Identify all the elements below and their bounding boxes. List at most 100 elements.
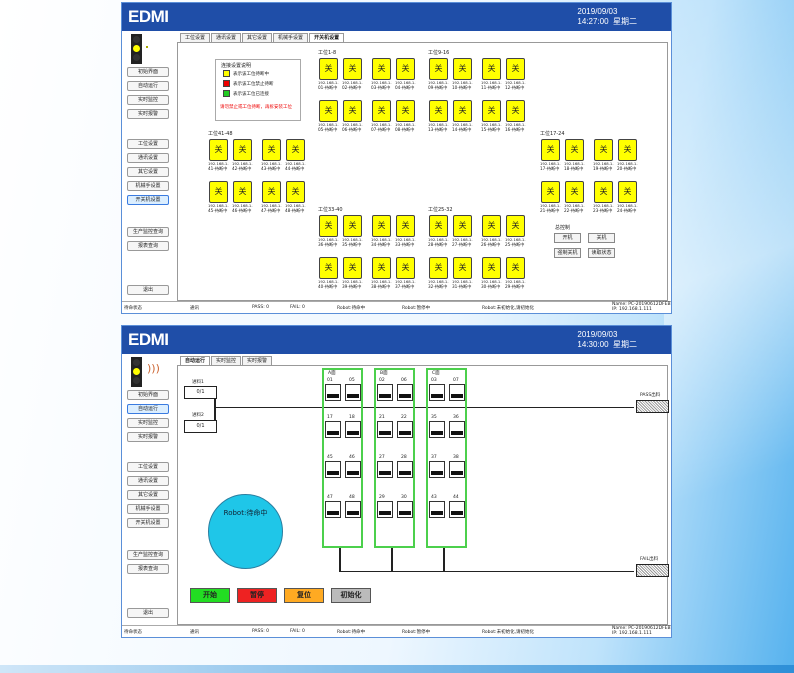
switch-toggle[interactable]: 关 <box>453 257 472 279</box>
station-switch[interactable]: 关 192.168.1.1 02-待断中 <box>342 57 363 92</box>
switch-toggle[interactable]: 关 <box>482 257 501 279</box>
station-switch[interactable]: 关 192.168.1.1 31-待断中 <box>452 256 473 291</box>
sidebar-item-other-settings[interactable]: 其它设置 <box>127 490 169 500</box>
tab-auto-run[interactable]: 自动运行 <box>180 356 211 365</box>
station-switch[interactable]: 关 192.168.1.1 16-待断中 <box>505 99 526 134</box>
switch-toggle[interactable]: 关 <box>396 100 415 122</box>
reset-button[interactable]: 复位 <box>284 588 324 603</box>
station-switch[interactable]: 关 192.168.1.1 28-待断中 <box>428 214 449 249</box>
switch-toggle[interactable]: 关 <box>453 58 472 80</box>
sidebar-item-alarm[interactable]: 实时报警 <box>127 109 169 119</box>
switch-toggle[interactable]: 关 <box>233 181 252 203</box>
sidebar-item-production-query[interactable]: 生产监控查询 <box>127 227 169 237</box>
sidebar-item-robot-settings[interactable]: 机械手设置 <box>127 181 169 191</box>
station-switch[interactable]: 关 192.168.1.1 26-待断中 <box>481 214 502 249</box>
station-switch[interactable]: 关 192.168.1.1 23-待断中 <box>593 180 614 215</box>
start-button[interactable]: 开始 <box>190 588 230 603</box>
switch-toggle[interactable]: 关 <box>482 100 501 122</box>
station-switch[interactable]: 关 192.168.1.1 11-待断中 <box>481 57 502 92</box>
station-switch[interactable]: 关 192.168.1.1 09-待断中 <box>428 57 449 92</box>
sidebar-item-report-query[interactable]: 报表查询 <box>127 564 169 574</box>
tab-station-settings[interactable]: 工位设置 <box>180 33 211 42</box>
switch-toggle[interactable]: 关 <box>506 215 525 237</box>
station-switch[interactable]: 关 192.168.1.1 25-待断中 <box>505 214 526 249</box>
switch-toggle[interactable]: 关 <box>209 139 228 161</box>
switch-toggle[interactable]: 关 <box>319 257 338 279</box>
switch-toggle[interactable]: 关 <box>286 181 305 203</box>
station-switch[interactable]: 关 192.168.1.1 01-待断中 <box>318 57 339 92</box>
switch-toggle[interactable]: 关 <box>396 215 415 237</box>
sidebar-item-auto-run[interactable]: 自动运行 <box>127 81 169 91</box>
station-switch[interactable]: 关 192.168.1.1 05-待断中 <box>318 99 339 134</box>
station-switch[interactable]: 关 192.168.1.1 33-待断中 <box>395 214 416 249</box>
station-switch[interactable]: 关 192.168.1.1 29-待断中 <box>505 256 526 291</box>
station-switch[interactable]: 关 192.168.1.1 43-待断中 <box>261 138 282 173</box>
sidebar-item-robot-settings[interactable]: 机械手设置 <box>127 504 169 514</box>
station-switch[interactable]: 关 192.168.1.1 07-待断中 <box>371 99 392 134</box>
station-switch[interactable]: 关 192.168.1.1 14-待断中 <box>452 99 473 134</box>
station-switch[interactable]: 关 192.168.1.1 46-待断中 <box>232 180 253 215</box>
switch-toggle[interactable]: 关 <box>396 257 415 279</box>
station-switch[interactable]: 关 192.168.1.1 27-待断中 <box>452 214 473 249</box>
switch-toggle[interactable]: 关 <box>372 215 391 237</box>
station-switch[interactable]: 关 192.168.1.1 24-待断中 <box>617 180 638 215</box>
switch-toggle[interactable]: 关 <box>482 215 501 237</box>
tab-comm-settings[interactable]: 通讯设置 <box>211 33 242 42</box>
sidebar-item-station-settings[interactable]: 工位设置 <box>127 462 169 472</box>
station-switch[interactable]: 关 192.168.1.1 13-待断中 <box>428 99 449 134</box>
read-status-button[interactable]: 读取状态 <box>588 248 615 258</box>
station-switch[interactable]: 关 192.168.1.1 10-待断中 <box>452 57 473 92</box>
tab-power-settings[interactable]: 开关机设置 <box>309 33 345 42</box>
station-switch[interactable]: 关 192.168.1.1 06-待断中 <box>342 99 363 134</box>
tab-other-settings[interactable]: 其它设置 <box>242 33 273 42</box>
station-switch[interactable]: 关 192.168.1.1 15-待断中 <box>481 99 502 134</box>
switch-toggle[interactable]: 关 <box>506 58 525 80</box>
station-switch[interactable]: 关 192.168.1.1 34-待断中 <box>371 214 392 249</box>
station-switch[interactable]: 关 192.168.1.1 18-待断中 <box>564 138 585 173</box>
station-switch[interactable]: 关 192.168.1.1 35-待断中 <box>342 214 363 249</box>
switch-toggle[interactable]: 关 <box>565 139 584 161</box>
sidebar-item-monitor[interactable]: 实时监控 <box>127 95 169 105</box>
switch-toggle[interactable]: 关 <box>506 100 525 122</box>
sidebar-item-monitor[interactable]: 实时监控 <box>127 418 169 428</box>
switch-toggle[interactable]: 关 <box>319 58 338 80</box>
switch-toggle[interactable]: 关 <box>396 58 415 80</box>
switch-toggle[interactable]: 关 <box>319 215 338 237</box>
switch-toggle[interactable]: 关 <box>262 181 281 203</box>
switch-toggle[interactable]: 关 <box>594 139 613 161</box>
sidebar-item-report-query[interactable]: 报表查询 <box>127 241 169 251</box>
station-switch[interactable]: 关 192.168.1.1 21-待断中 <box>540 180 561 215</box>
station-switch[interactable]: 关 192.168.1.1 44-待断中 <box>285 138 306 173</box>
switch-toggle[interactable]: 关 <box>343 215 362 237</box>
station-switch[interactable]: 关 192.168.1.1 36-待断中 <box>318 214 339 249</box>
switch-toggle[interactable]: 关 <box>372 58 391 80</box>
switch-toggle[interactable]: 关 <box>429 58 448 80</box>
station-switch[interactable]: 关 192.168.1.1 03-待断中 <box>371 57 392 92</box>
switch-toggle[interactable]: 关 <box>594 181 613 203</box>
switch-toggle[interactable]: 关 <box>453 100 472 122</box>
sidebar-item-exit[interactable]: 退出 <box>127 608 169 618</box>
tab-alarm[interactable]: 实时报警 <box>242 356 273 365</box>
switch-toggle[interactable]: 关 <box>618 181 637 203</box>
station-switch[interactable]: 关 192.168.1.1 37-待断中 <box>395 256 416 291</box>
switch-toggle[interactable]: 关 <box>209 181 228 203</box>
station-switch[interactable]: 关 192.168.1.1 42-待断中 <box>232 138 253 173</box>
switch-toggle[interactable]: 关 <box>453 215 472 237</box>
switch-toggle[interactable]: 关 <box>541 181 560 203</box>
station-switch[interactable]: 关 192.168.1.1 19-待断中 <box>593 138 614 173</box>
switch-toggle[interactable]: 关 <box>233 139 252 161</box>
switch-toggle[interactable]: 关 <box>372 257 391 279</box>
sidebar-item-comm-settings[interactable]: 通讯设置 <box>127 476 169 486</box>
station-switch[interactable]: 关 192.168.1.1 20-待断中 <box>617 138 638 173</box>
switch-toggle[interactable]: 关 <box>565 181 584 203</box>
switch-toggle[interactable]: 关 <box>482 58 501 80</box>
switch-toggle[interactable]: 关 <box>286 139 305 161</box>
sidebar-item-production-query[interactable]: 生产监控查询 <box>127 550 169 560</box>
switch-toggle[interactable]: 关 <box>541 139 560 161</box>
sidebar-item-power-settings[interactable]: 开关机设置 <box>127 518 169 528</box>
switch-toggle[interactable]: 关 <box>262 139 281 161</box>
station-switch[interactable]: 关 192.168.1.1 47-待断中 <box>261 180 282 215</box>
sidebar-item-alarm[interactable]: 实时报警 <box>127 432 169 442</box>
sidebar-item-other-settings[interactable]: 其它设置 <box>127 167 169 177</box>
power-on-button[interactable]: 开机 <box>554 233 581 243</box>
